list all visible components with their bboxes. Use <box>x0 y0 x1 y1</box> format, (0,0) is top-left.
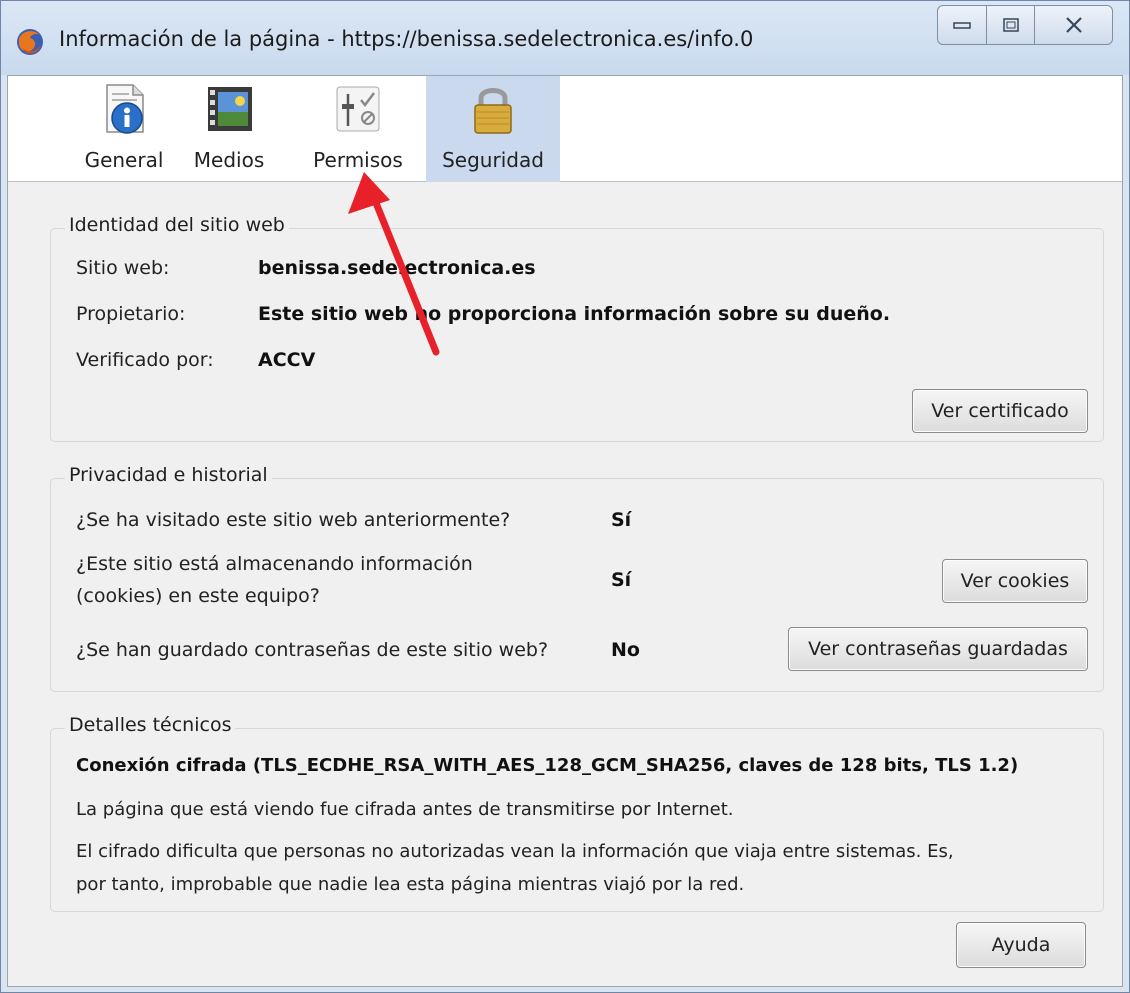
maximize-button[interactable] <box>987 5 1035 45</box>
tab-media[interactable]: Medios <box>184 76 274 182</box>
tab-security[interactable]: Seguridad <box>426 76 560 182</box>
encryption-note: La página que está viendo fue cifrada an… <box>76 799 734 820</box>
minimize-button[interactable] <box>937 5 987 45</box>
page-info-window: Información de la página - https://benis… <box>0 0 1130 993</box>
visited-answer: Sí <box>611 509 632 531</box>
tab-general-label: General <box>84 148 164 172</box>
tab-media-label: Medios <box>193 148 265 172</box>
technical-group-title: Detalles técnicos <box>65 714 236 736</box>
verified-by-label: Verificado por: <box>76 349 214 371</box>
dialog-body: General Medios Permisos Seguridad Identi… <box>7 75 1123 987</box>
tab-general[interactable]: General <box>76 76 172 182</box>
passwords-question: ¿Se han guardado contraseñas de este sit… <box>76 639 549 661</box>
firefox-icon <box>17 29 43 55</box>
tab-security-label: Seguridad <box>442 148 544 172</box>
verified-by-value: ACCV <box>258 349 316 371</box>
encryption-explanation-line1: El cifrado dificulta que personas no aut… <box>76 841 954 862</box>
window-controls <box>937 5 1113 45</box>
window-title: Información de la página - https://benis… <box>59 27 754 51</box>
visited-question: ¿Se ha visitado este sitio web anteriorm… <box>76 509 511 531</box>
minimize-icon <box>953 22 971 29</box>
view-cookies-button[interactable]: Ver cookies <box>942 559 1088 603</box>
close-button[interactable] <box>1035 5 1113 45</box>
technical-group: Detalles técnicos Conexión cifrada (TLS_… <box>50 714 1104 912</box>
privacy-group-title: Privacidad e historial <box>65 464 272 486</box>
connection-details: Conexión cifrada (TLS_ECDHE_RSA_WITH_AES… <box>76 755 1019 776</box>
website-label: Sitio web: <box>76 257 170 279</box>
cookies-answer: Sí <box>611 569 632 591</box>
tab-toolbar: General Medios Permisos Seguridad <box>8 76 1122 182</box>
view-saved-passwords-button[interactable]: Ver contraseñas guardadas <box>788 627 1088 671</box>
maximize-icon <box>1002 18 1019 32</box>
tab-permissions-label: Permisos <box>313 148 403 172</box>
padlock-icon <box>474 88 512 134</box>
passwords-answer: No <box>611 639 640 661</box>
tab-permissions[interactable]: Permisos <box>302 76 414 182</box>
identity-group-title: Identidad del sitio web <box>65 214 289 236</box>
privacy-group: Privacidad e historial ¿Se ha visitado e… <box>50 464 1104 692</box>
help-button[interactable]: Ayuda <box>956 922 1086 968</box>
cookies-question-line2: (cookies) en este equipo? <box>76 585 320 607</box>
info-page-icon <box>106 84 144 134</box>
identity-group: Identidad del sitio web Sitio web: benis… <box>50 214 1104 442</box>
title-bar[interactable]: Información de la página - https://benis… <box>1 1 1129 75</box>
permissions-sliders-icon <box>336 86 380 132</box>
encryption-explanation-line2: por tanto, improbable que nadie lea esta… <box>76 874 745 895</box>
media-film-icon <box>208 87 252 131</box>
view-certificate-button[interactable]: Ver certificado <box>912 389 1088 433</box>
close-icon <box>1065 17 1082 33</box>
owner-label: Propietario: <box>76 303 186 325</box>
owner-value: Este sitio web no proporciona informació… <box>258 303 891 325</box>
cookies-question-line1: ¿Este sitio está almacenando información <box>76 553 473 575</box>
website-value: benissa.sedelectronica.es <box>258 257 536 279</box>
